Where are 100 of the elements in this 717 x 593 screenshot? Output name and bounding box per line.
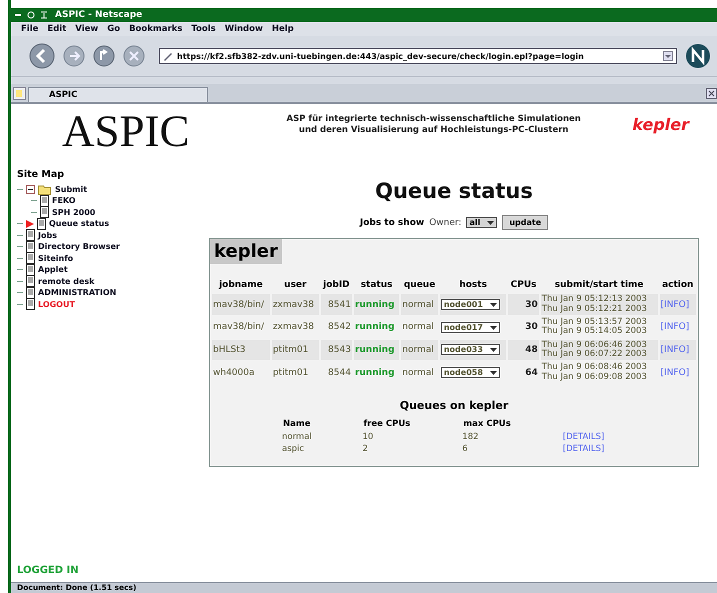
table-cell-text: 2 (362, 444, 369, 454)
menu-item[interactable]: Tools (191, 24, 216, 34)
cluster-heading: kepler (210, 239, 282, 264)
host-select[interactable]: node058 (440, 367, 500, 378)
document-icon (37, 218, 46, 230)
address-field[interactable]: https://kf2.sfb382-zdv.uni-tuebingen.de:443/aspic_dev-secure/check/login.epl?page=login (159, 48, 677, 64)
table-cell-text: Thu Jan 9 05:12:21 2003 (542, 304, 648, 314)
sitemap-link[interactable]: Queue status (49, 219, 110, 228)
table-cell: ptitm01 (272, 340, 319, 360)
column-header: free CPUs (362, 418, 412, 430)
info-link[interactable]: [INFO] (660, 322, 690, 332)
menu-item[interactable]: View (75, 24, 98, 34)
dropdown-icon (488, 368, 498, 378)
table-cell: mav38/bin/ (212, 294, 270, 315)
column-header: user (283, 279, 308, 292)
pointer-icon (26, 220, 34, 228)
sitemap-link[interactable]: FEKO (52, 196, 76, 205)
column-header: submit/start time (554, 279, 645, 292)
document-icon (26, 298, 35, 310)
sitemap-link[interactable]: Jobs (38, 230, 57, 240)
column-header: jobname (218, 279, 264, 292)
table-cell-text: 10 (362, 432, 374, 442)
column-header: Name (282, 418, 312, 430)
stop-button-icon[interactable] (123, 45, 145, 67)
sitemap-title: Site Map (17, 169, 66, 180)
table-cell: running (354, 340, 400, 360)
menu-item[interactable]: Go (107, 24, 120, 34)
table-cell: running (354, 294, 400, 315)
table-cell: 8543 (320, 340, 352, 360)
subtitle-line: und deren Visualisierung auf Hochleistungs-PC-Clustern (298, 124, 570, 136)
menu-item[interactable]: File (21, 24, 38, 34)
table-cell-text: aspic (282, 444, 306, 454)
document-icon (26, 229, 35, 241)
column-header: status (360, 279, 394, 292)
document-icon (26, 252, 35, 264)
table-cell-text: Thu Jan 9 06:06:46 2003 (542, 340, 648, 350)
browser-tab[interactable]: ASPIC (28, 87, 208, 102)
table-cell-text: Thu Jan 9 05:12:13 2003 (542, 295, 648, 304)
back-button-icon[interactable] (29, 43, 55, 69)
filter-label: Jobs to show (360, 218, 424, 228)
column-header: CPUs (510, 279, 538, 292)
table-cell-text: 182 (462, 432, 480, 442)
details-link[interactable]: [DETAILS] (562, 444, 604, 454)
host-select[interactable]: node017 (440, 322, 500, 333)
sitemap-link[interactable]: LOGOUT (38, 300, 75, 308)
window-title: ASPIC - Netscape (55, 10, 142, 20)
menu-item[interactable]: Bookmarks (129, 24, 182, 34)
page-title: Queue status (375, 179, 533, 204)
menu-item[interactable]: Window (224, 24, 263, 34)
update-button[interactable]: update (502, 215, 548, 230)
table-cell-text: normal (282, 432, 313, 442)
host-select[interactable]: node033 (440, 344, 500, 356)
owner-select[interactable]: all (466, 217, 498, 228)
dropdown-icon[interactable] (663, 51, 673, 61)
sitemap-link[interactable]: remote desk (38, 276, 94, 286)
column-header: hosts (458, 279, 488, 292)
menu-item[interactable]: Help (272, 24, 294, 34)
sitemap-link[interactable]: Applet (38, 265, 68, 274)
host-select[interactable]: node001 (440, 299, 500, 310)
table-cell: 8541 (320, 294, 352, 315)
new-tab-icon[interactable] (13, 86, 26, 100)
subtitle-line: ASP für integrierte technisch-wissenschaftliche Simulationen (286, 114, 582, 125)
info-link[interactable]: [INFO] (660, 368, 690, 378)
sitemap-link[interactable]: SPH 2000 (52, 208, 96, 216)
owner-label: Owner: (429, 218, 462, 228)
folder-icon (38, 184, 52, 194)
close-icon[interactable] (706, 88, 717, 98)
column-header: jobID (322, 279, 351, 292)
forward-button-icon[interactable] (63, 45, 85, 67)
sitemap-link[interactable]: Submit (55, 184, 88, 194)
table-cell: bHLSt3 (212, 340, 270, 360)
column-header: queue (402, 279, 436, 292)
cluster-name: kepler (632, 115, 689, 134)
table-cell: zxmav38 (272, 294, 319, 315)
sitemap-link[interactable]: Siteinfo (38, 254, 74, 262)
dropdown-icon (486, 218, 496, 228)
column-header: max CPUs (462, 418, 512, 430)
dropdown-icon (488, 345, 498, 354)
details-link[interactable]: [DETAILS] (562, 432, 604, 442)
netscape-logo-icon (685, 43, 711, 69)
table-cell: 48 (508, 340, 539, 360)
dropdown-icon (488, 300, 498, 310)
table-cell-text: Thu Jan 9 06:08:46 2003 (542, 363, 648, 372)
reload-button-icon[interactable] (93, 45, 115, 67)
menu-item[interactable]: Edit (47, 24, 66, 34)
table-cell-text: Thu Jan 9 05:14:05 2003 (542, 327, 648, 337)
window-controls-icon[interactable] (15, 11, 49, 19)
document-icon (26, 286, 35, 298)
sitemap-link[interactable]: ADMINISTRATION (38, 288, 116, 297)
document-icon (40, 194, 49, 206)
table-cell: 30 (508, 294, 539, 315)
table-cell: normal (401, 294, 438, 315)
login-status: LOGGED IN (17, 565, 80, 576)
table-cell: normal (401, 340, 438, 360)
document-icon (26, 240, 35, 252)
collapse-icon[interactable] (26, 184, 35, 194)
sitemap-link[interactable]: Directory Browser (38, 242, 120, 251)
table-cell-text: Thu Jan 9 06:07:22 2003 (542, 350, 648, 360)
logo: ASPIC (62, 108, 191, 156)
table-cell-text: Thu Jan 9 05:13:57 2003 (542, 318, 648, 327)
